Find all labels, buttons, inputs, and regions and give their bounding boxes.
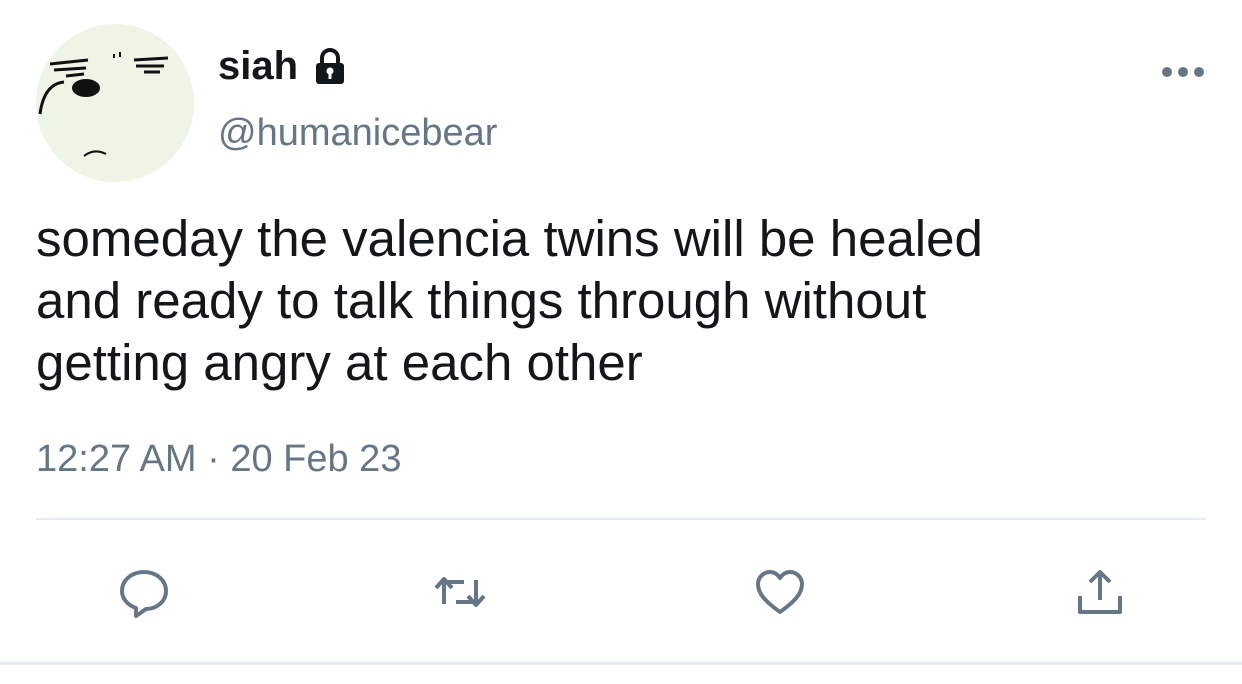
share-icon (1078, 570, 1122, 614)
more-options-icon[interactable] (1160, 62, 1206, 82)
retweet-icon (434, 577, 486, 607)
retweet-button[interactable] (428, 560, 492, 624)
user-handle[interactable]: @humanicebear (218, 110, 497, 156)
like-button[interactable] (748, 560, 812, 624)
tweet-timestamp[interactable]: 12:27 AM · 20 Feb 23 (36, 436, 401, 482)
cartoon-face-avatar (36, 24, 194, 182)
display-name-row[interactable]: siah (218, 42, 350, 90)
tweet-text: someday the valencia twins will be heale… (36, 210, 983, 391)
tweet-card: siah @humanicebear someday the valencia … (0, 0, 1242, 684)
lock-icon (310, 46, 350, 86)
comment-icon (120, 570, 168, 618)
avatar[interactable] (36, 24, 194, 182)
bottom-divider (0, 662, 1242, 665)
divider (36, 518, 1206, 520)
reply-button[interactable] (112, 560, 176, 624)
display-name[interactable]: siah (218, 42, 298, 90)
share-button[interactable] (1068, 560, 1132, 624)
heart-icon (756, 570, 804, 614)
tweet-actions (0, 560, 1242, 624)
